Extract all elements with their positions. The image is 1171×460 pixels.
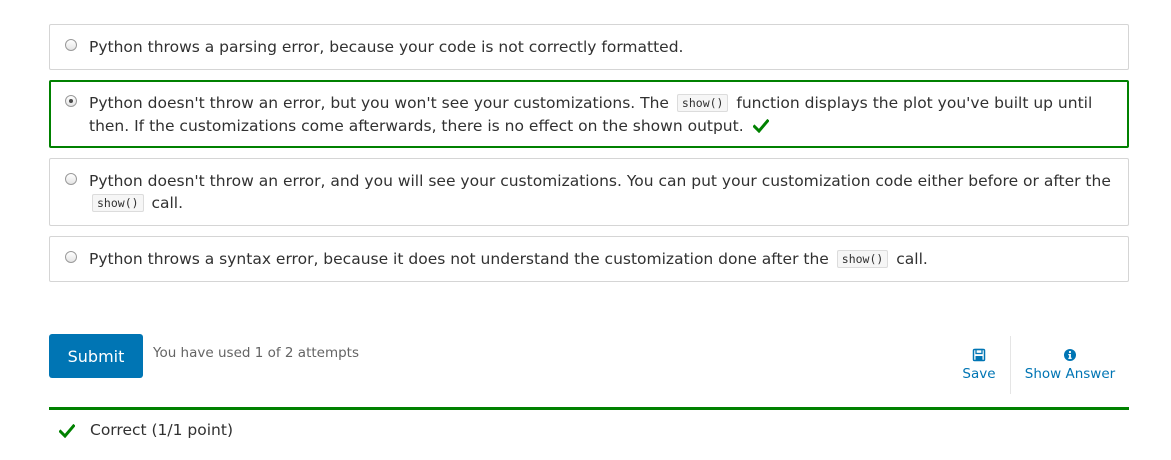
- choice-label: Python throws a parsing error, because y…: [89, 36, 1116, 58]
- attempts-text: You have used 1 of 2 attempts: [153, 345, 360, 361]
- choice-text: Python throws a parsing error, because y…: [89, 38, 684, 56]
- floppy-disk-icon: [972, 348, 986, 362]
- choice-label: Python throws a syntax error, because it…: [89, 248, 1116, 271]
- choice-label: Python doesn't throw an error, and you w…: [89, 170, 1116, 215]
- info-circle-icon: [1064, 349, 1076, 361]
- show-answer-button[interactable]: Show Answer: [1012, 336, 1128, 394]
- choice-option-3[interactable]: Python doesn't throw an error, and you w…: [49, 158, 1129, 226]
- checkmark-icon: [59, 424, 75, 438]
- save-button[interactable]: Save: [948, 336, 1011, 394]
- choice-text: call.: [151, 194, 184, 212]
- feedback-divider: [49, 407, 1129, 410]
- inline-code: show(): [676, 94, 729, 112]
- feedback-status: Correct (1/1 point): [90, 421, 233, 439]
- radio-button[interactable]: [65, 39, 77, 51]
- choice-text: call.: [896, 250, 928, 268]
- choice-text: Python doesn't throw an error, and you w…: [89, 172, 1111, 190]
- choice-option-2[interactable]: Python doesn't throw an error, but you w…: [49, 80, 1129, 148]
- save-label: Save: [962, 366, 996, 382]
- choice-option-1[interactable]: Python throws a parsing error, because y…: [49, 24, 1129, 70]
- submit-button[interactable]: Submit: [49, 334, 143, 378]
- radio-button-selected[interactable]: [65, 95, 77, 107]
- show-answer-label: Show Answer: [1024, 366, 1116, 382]
- choice-option-4[interactable]: Python throws a syntax error, because it…: [49, 236, 1129, 282]
- radio-button[interactable]: [65, 173, 77, 185]
- choice-text: Python doesn't throw an error, but you w…: [89, 94, 669, 112]
- radio-button[interactable]: [65, 251, 77, 263]
- choice-text: Python throws a syntax error, because it…: [89, 250, 829, 268]
- choice-label: Python doesn't throw an error, but you w…: [89, 92, 1115, 137]
- inline-code: show(): [92, 194, 144, 212]
- checkmark-icon: [752, 119, 769, 133]
- inline-code: show(): [836, 250, 889, 268]
